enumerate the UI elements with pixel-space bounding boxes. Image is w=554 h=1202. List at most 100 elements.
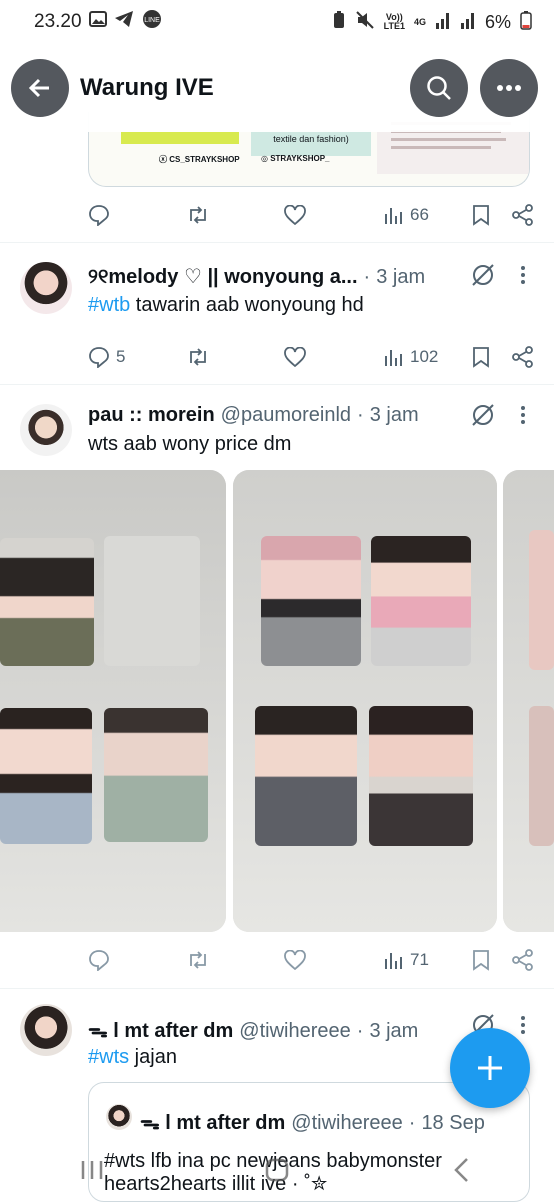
card-handle-1: ⓧ CS_STRAYKSHOP [159, 155, 240, 164]
page-title: Warung IVE [80, 74, 214, 101]
gallery-icon [88, 11, 107, 33]
divider [0, 988, 554, 989]
like-button[interactable] [284, 205, 306, 225]
photocard [529, 530, 554, 670]
hashtag-link[interactable]: #wtb [88, 294, 130, 316]
bookmark-icon [473, 347, 489, 368]
views-button[interactable]: 71 [384, 950, 429, 970]
reply-button[interactable] [88, 204, 110, 226]
tweet-text: wts aab wony price dm [88, 433, 292, 455]
photocard [0, 708, 92, 844]
tweet-text: #wts jajan [88, 1046, 177, 1068]
display-name[interactable]: ᯓ l mt after dm [88, 1016, 233, 1043]
photocard-slot [104, 536, 200, 666]
user-handle[interactable]: @paumoreinld [221, 404, 351, 427]
views-button[interactable]: 102 [384, 347, 438, 367]
tweet-header: pau :: morein @paumoreinld · 3 jam [88, 404, 419, 427]
clock: 23.20 [34, 11, 82, 32]
status-bar: 23.20 LINE Vo)) LTE1 4G 6% [0, 0, 554, 44]
back-icon[interactable] [447, 1155, 477, 1185]
heart-icon [284, 950, 306, 970]
bookmark-icon [473, 205, 489, 226]
views-icon [385, 953, 402, 969]
top-app-bar: Warung IVE [0, 44, 554, 132]
signal-icon [435, 11, 451, 34]
more-vertical-icon[interactable] [520, 405, 526, 425]
back-button[interactable] [11, 59, 69, 117]
photo-3[interactable] [503, 470, 554, 932]
more-horizontal-icon [497, 85, 521, 91]
display-name[interactable]: ୨୧melody ♡ || wonyoung a... [88, 264, 358, 289]
bookmark-button[interactable] [472, 346, 490, 368]
quoted-handle: @tiwihereee [291, 1112, 403, 1134]
battery-percent: 6% [484, 11, 511, 32]
repost-icon [190, 348, 206, 366]
photocard [0, 538, 94, 666]
card-handle-2: ◎ STRAYKSHOP_ [261, 154, 330, 163]
photo-1[interactable] [0, 470, 226, 932]
reply-button[interactable]: 5 [88, 346, 125, 368]
mute-icon [355, 10, 375, 35]
share-icon [512, 204, 533, 226]
battery-icon [520, 10, 532, 35]
views-icon [385, 350, 402, 366]
share-button[interactable] [512, 204, 534, 226]
quoted-avatar [106, 1104, 132, 1130]
tweet-actions: 71 [88, 945, 538, 975]
like-button[interactable] [284, 347, 306, 367]
bookmark-icon [473, 950, 489, 971]
photocard [369, 706, 473, 846]
timestamp[interactable]: 3 jam [376, 266, 425, 289]
share-button[interactable] [512, 346, 534, 368]
recents-icon[interactable] [77, 1155, 107, 1185]
timestamp[interactable]: 3 jam [370, 404, 419, 427]
tweet-actions: 66 [88, 200, 538, 230]
tweet-header: ୨୧melody ♡ || wonyoung a... · 3 jam [88, 264, 426, 289]
bookmark-button[interactable] [472, 204, 490, 226]
hashtag-link[interactable]: #wts [88, 1046, 129, 1068]
grok-icon[interactable] [470, 402, 496, 428]
heart-icon [284, 347, 306, 367]
reply-icon [89, 347, 109, 368]
repost-button[interactable] [186, 346, 210, 368]
views-icon [385, 208, 402, 224]
quoted-header: ᯓ l mt after dm @tiwihereee · 18 Sep [140, 1108, 485, 1135]
repost-icon [190, 951, 206, 969]
card-label: textile dan fashion) [251, 130, 371, 156]
repost-button[interactable] [186, 949, 210, 971]
grok-icon[interactable] [470, 262, 496, 288]
more-vertical-icon[interactable] [520, 265, 526, 285]
compose-button[interactable] [450, 1028, 530, 1108]
timestamp[interactable]: 3 jam [369, 1020, 418, 1043]
tweet-actions: 5 102 [88, 342, 538, 372]
like-button[interactable] [284, 950, 306, 970]
avatar[interactable] [20, 404, 72, 456]
views-button[interactable]: 66 [384, 205, 429, 225]
display-name[interactable]: pau :: morein [88, 404, 215, 427]
bookmark-button[interactable] [472, 949, 490, 971]
tweet-header: ᯓ l mt after dm @tiwihereee · 3 jam [88, 1016, 418, 1043]
battery-saver-icon [332, 10, 346, 35]
avatar[interactable] [20, 1004, 72, 1056]
user-handle[interactable]: @tiwihereee [239, 1020, 350, 1043]
quoted-display-name: ᯓ l mt after dm [140, 1112, 286, 1134]
arrow-left-icon [28, 78, 49, 98]
tweet-top-actions [470, 402, 526, 428]
signal-icon-2 [460, 11, 476, 34]
share-button[interactable] [512, 949, 534, 971]
avatar[interactable] [20, 262, 72, 314]
system-nav-bar [0, 1140, 554, 1200]
heart-icon [284, 205, 306, 225]
more-vertical-icon[interactable] [520, 1015, 526, 1035]
divider [0, 384, 554, 385]
more-options-button[interactable] [480, 59, 538, 117]
photocard [371, 536, 471, 666]
plus-icon [478, 1056, 502, 1080]
home-icon[interactable] [262, 1155, 292, 1185]
network-type: 4G [413, 16, 426, 27]
photo-2[interactable] [233, 470, 497, 932]
repost-button[interactable] [186, 204, 210, 226]
search-button[interactable] [410, 59, 468, 117]
reply-button[interactable] [88, 949, 110, 971]
photocard [529, 706, 554, 846]
